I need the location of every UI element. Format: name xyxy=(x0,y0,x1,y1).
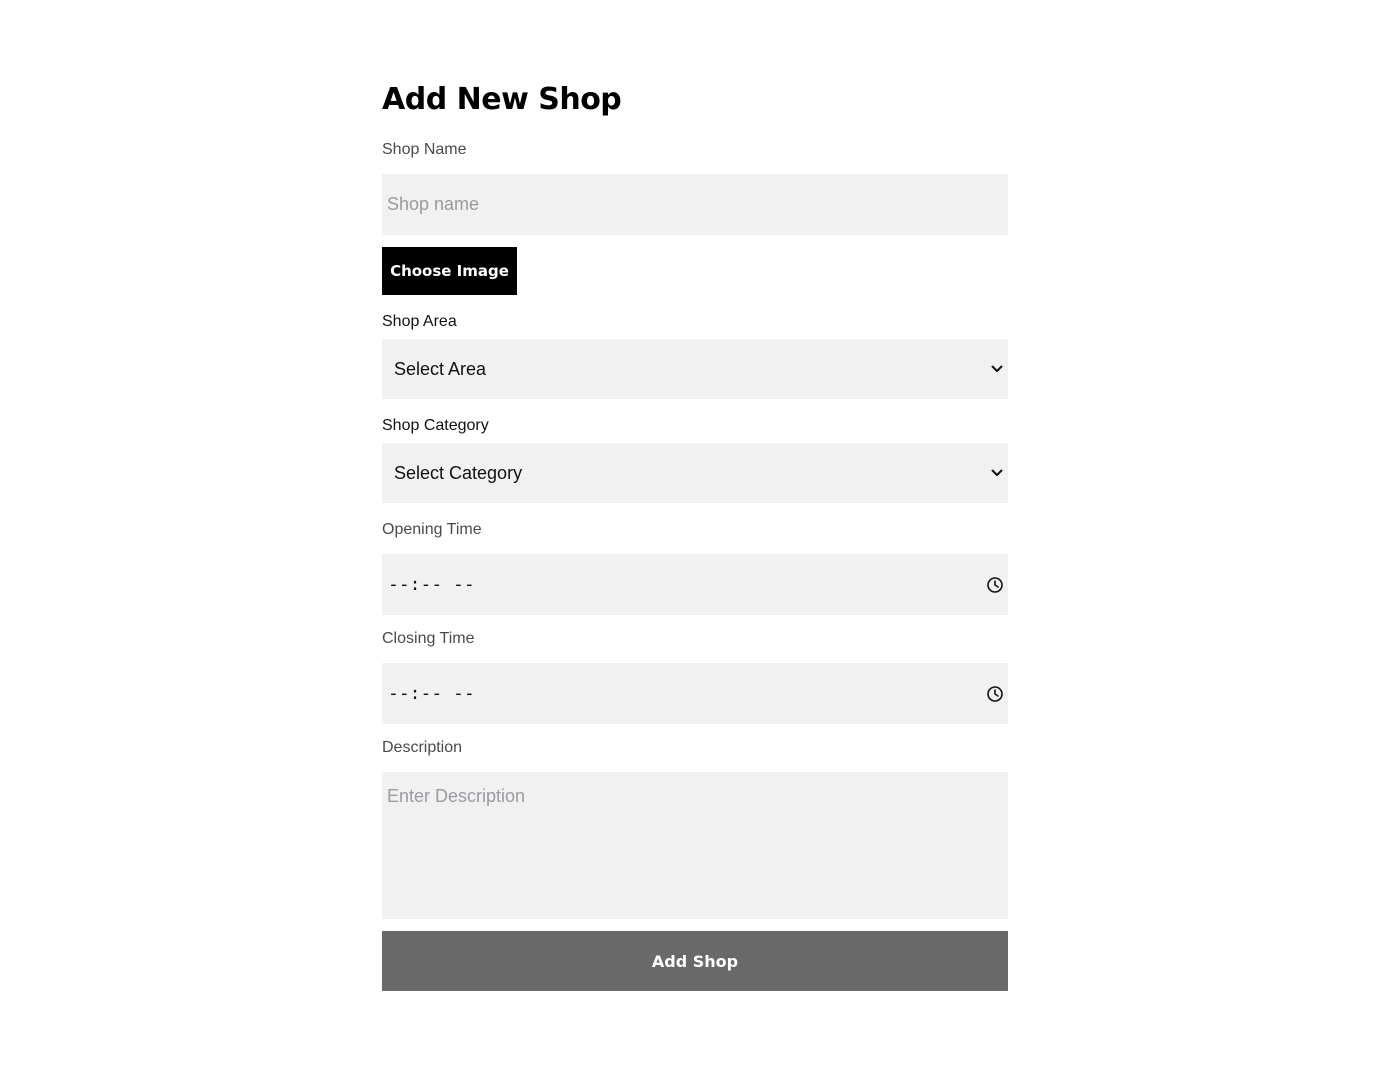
opening-time-label: Opening Time xyxy=(382,521,482,538)
shop-area-label: Shop Area xyxy=(382,313,457,330)
page-title: Add New Shop xyxy=(382,82,622,117)
chevron-down-icon xyxy=(990,362,1004,376)
choose-image-button[interactable]: Choose Image xyxy=(382,247,517,295)
shop-name-label: Shop Name xyxy=(382,141,467,158)
closing-time-label: Closing Time xyxy=(382,630,475,647)
chevron-down-icon xyxy=(990,466,1004,480)
shop-category-label: Shop Category xyxy=(382,417,489,434)
clock-icon[interactable] xyxy=(986,685,1004,703)
description-textarea[interactable] xyxy=(382,772,1008,919)
shop-area-selected-value: Select Area xyxy=(394,358,487,379)
shop-category-selected-value: Select Category xyxy=(394,462,523,483)
closing-time-value: --:-- -- xyxy=(388,683,475,704)
shop-area-select[interactable]: Select Area xyxy=(382,339,1008,399)
description-label: Description xyxy=(382,739,463,756)
shop-category-select[interactable]: Select Category xyxy=(382,443,1008,503)
opening-time-value: --:-- -- xyxy=(388,574,475,595)
clock-icon[interactable] xyxy=(986,576,1004,594)
add-shop-button[interactable]: Add Shop xyxy=(382,931,1008,991)
opening-time-input[interactable]: --:-- -- xyxy=(382,554,1008,615)
shop-name-input[interactable] xyxy=(382,174,1008,235)
closing-time-input[interactable]: --:-- -- xyxy=(382,663,1008,724)
